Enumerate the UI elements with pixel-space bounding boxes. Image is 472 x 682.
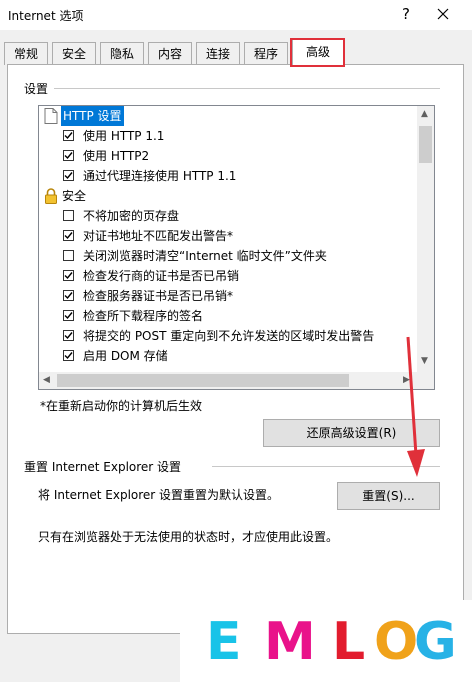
logo-letter: L [332, 612, 366, 672]
title-bar: Internet 选项 ? [0, 0, 472, 30]
list-item-label: 安全 [62, 189, 87, 203]
scroll-left-icon[interactable]: ◀ [43, 375, 50, 385]
list-item[interactable]: HTTP 设置 [39, 106, 419, 126]
vertical-scrollbar[interactable]: ▲ ▼ [417, 106, 434, 372]
reset-description: 将 Internet Explorer 设置重置为默认设置。 [38, 488, 280, 502]
checkbox[interactable] [63, 230, 74, 241]
annotation-arrow [406, 336, 425, 477]
list-item-label: 启用 DOM 存储 [83, 349, 168, 363]
tab-connections[interactable]: 连接 [196, 42, 240, 65]
checkmark-icon [64, 312, 73, 320]
list-item[interactable]: 对证书地址不匹配发出警告* [39, 226, 419, 246]
settings-group-label: 设置 [24, 82, 49, 96]
reset-group-label: 重置 Internet Explorer 设置 [24, 460, 182, 474]
list-item[interactable]: 通过代理连接使用 HTTP 1.1 [39, 166, 419, 186]
list-item[interactable]: 将提交的 POST 重定向到不允许发送的区域时发出警告 [39, 326, 419, 346]
list-item-label: HTTP 设置 [61, 106, 124, 126]
checkbox[interactable] [63, 270, 74, 281]
list-item-label: 不将加密的页存盘 [83, 209, 180, 223]
restart-footnote: *在重新启动你的计算机后生效 [40, 399, 203, 413]
tab-privacy[interactable]: 隐私 [100, 42, 144, 65]
logo-letter: G [414, 612, 457, 672]
page-icon [44, 108, 58, 124]
close-icon [437, 8, 449, 20]
checkmark-icon [64, 152, 73, 160]
list-item[interactable]: 检查服务器证书是否已吊销* [39, 286, 419, 306]
checkbox[interactable] [63, 310, 74, 321]
checkbox[interactable] [63, 130, 74, 141]
list-item-label: 检查服务器证书是否已吊销* [83, 289, 234, 303]
list-item-label: 对证书地址不匹配发出警告* [83, 229, 234, 243]
list-item-label: 检查所下载程序的签名 [83, 309, 204, 323]
help-button[interactable]: ? [396, 3, 416, 25]
list-item-label: 使用 HTTP2 [83, 149, 150, 163]
window-title: Internet 选项 [8, 9, 84, 23]
tab-security[interactable]: 安全 [52, 42, 96, 65]
list-item[interactable]: 安全 [39, 186, 419, 206]
annotation-highlight-box [290, 38, 345, 67]
reset-hint: 只有在浏览器处于无法使用的状态时，才应使用此设置。 [38, 530, 339, 544]
settings-tree-list[interactable]: HTTP 设置 使用 HTTP 1.1 使用 HTTP2 通过代理连接使用 HT… [38, 105, 435, 390]
lock-icon [45, 188, 57, 204]
close-button[interactable] [431, 3, 455, 25]
checkmark-icon [64, 332, 73, 340]
horizontal-scrollbar[interactable]: ◀ ▶ [39, 372, 417, 389]
list-item-label: 将提交的 POST 重定向到不允许发送的区域时发出警告 [83, 329, 375, 343]
list-item-label: 通过代理连接使用 HTTP 1.1 [83, 169, 237, 183]
scroll-up-icon[interactable]: ▲ [421, 109, 428, 119]
list-item[interactable]: 关闭浏览器时清空“Internet 临时文件”文件夹 [39, 246, 419, 266]
list-item-label: 关闭浏览器时清空“Internet 临时文件”文件夹 [83, 249, 327, 263]
checkbox[interactable] [63, 290, 74, 301]
tab-general[interactable]: 常规 [4, 42, 48, 65]
list-item[interactable]: 使用 HTTP 1.1 [39, 126, 419, 146]
logo-letter: M [264, 612, 316, 672]
list-item[interactable]: 启用 DOM 存储 [39, 346, 419, 366]
horizontal-scroll-thumb[interactable] [57, 374, 349, 387]
checkmark-icon [64, 172, 73, 180]
checkmark-icon [64, 272, 73, 280]
checkmark-icon [64, 352, 73, 360]
emlog-watermark-logo: E M L O G [180, 600, 472, 682]
reset-button[interactable]: 重置(S)... [337, 482, 440, 510]
checkbox[interactable] [63, 170, 74, 181]
list-item[interactable]: 检查发行商的证书是否已吊销 [39, 266, 419, 286]
checkbox[interactable] [63, 210, 74, 221]
list-item[interactable]: 使用 HTTP2 [39, 146, 419, 166]
checkmark-icon [64, 292, 73, 300]
vertical-scroll-thumb[interactable] [419, 126, 432, 163]
checkmark-icon [64, 232, 73, 240]
checkbox[interactable] [63, 150, 74, 161]
checkmark-icon [64, 132, 73, 140]
tab-content[interactable]: 内容 [148, 42, 192, 65]
checkbox[interactable] [63, 250, 74, 261]
list-item-label: 使用 HTTP 1.1 [83, 129, 165, 143]
list-item-label: 检查发行商的证书是否已吊销 [83, 269, 240, 283]
checkbox[interactable] [63, 330, 74, 341]
tab-programs[interactable]: 程序 [244, 42, 288, 65]
list-item[interactable]: 不将加密的页存盘 [39, 206, 419, 226]
logo-letter: O [374, 612, 419, 672]
settings-divider [54, 88, 440, 89]
list-item[interactable]: 检查所下载程序的签名 [39, 306, 419, 326]
logo-letter: E [206, 612, 242, 672]
checkbox[interactable] [63, 350, 74, 361]
